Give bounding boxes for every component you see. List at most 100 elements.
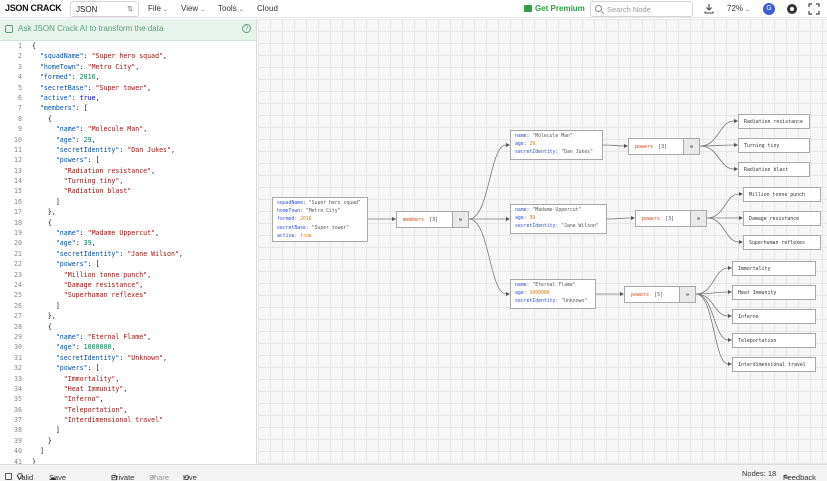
code-token: "Radiation blast" (63, 187, 132, 196)
code-token: : (75, 343, 84, 352)
line-number: 14 (14, 177, 22, 186)
code-line[interactable]: 9 "name": "Molecule Man", (0, 124, 256, 134)
code-line[interactable]: 4 "formed": 2016, (0, 72, 256, 82)
code-line[interactable]: 33 "Immortality", (0, 374, 256, 384)
code-line[interactable]: 14 "Turning tiny", (0, 176, 256, 186)
code-line[interactable]: 40 ] (0, 446, 256, 456)
code-line[interactable]: 41} (0, 457, 256, 464)
code-line[interactable]: 36 "Teleportation", (0, 405, 256, 415)
line-number: 5 (18, 83, 22, 92)
power-leaf-node[interactable]: Interdimensional travel (732, 357, 816, 372)
code-line-text: "Radiation resistance", (32, 166, 155, 176)
app-logo[interactable]: JSON CRACK (5, 3, 62, 13)
code-line[interactable]: 3 "homeTown": "Metro City", (0, 62, 256, 72)
code-line[interactable]: 35 "Inferno", (0, 394, 256, 404)
code-line-text: ] (32, 425, 60, 435)
code-line[interactable]: 22 "powers": [ (0, 259, 256, 269)
code-line[interactable]: 10 "age": 29, (0, 135, 256, 145)
code-line[interactable]: 15 "Radiation blast" (0, 186, 256, 196)
format-select[interactable]: JSON ⇅ (70, 1, 139, 17)
user-avatar[interactable]: G (763, 3, 775, 15)
code-line[interactable]: 17 }, (0, 207, 256, 217)
code-line[interactable]: 16 ] (0, 197, 256, 207)
code-line[interactable]: 30 "age": 1000000, (0, 342, 256, 352)
menu-cloud[interactable]: Cloud (257, 4, 278, 13)
powers-array-node[interactable]: powers [5] ⊖ (624, 286, 696, 303)
code-line[interactable]: 20 "age": 39, (0, 238, 256, 248)
code-line[interactable]: 5 "secretBase": "Super tower", (0, 83, 256, 93)
code-line[interactable]: 25 "Superhuman reflexes" (0, 290, 256, 300)
line-number: 28 (14, 322, 22, 331)
code-line[interactable]: 1{ (0, 41, 256, 51)
code-editor[interactable]: 1{2 "squadName": "Super hero squad", 3 "h… (0, 41, 256, 464)
power-leaf-node[interactable]: Superhuman reflexes (743, 235, 821, 250)
code-line[interactable]: 8 { (0, 114, 256, 124)
code-line[interactable]: 7 "members": [ (0, 103, 256, 113)
member-object-node[interactable]: name: "Madame Uppercut" age: 39 secretIden… (510, 204, 607, 234)
code-line[interactable]: 31 "secretIdentity": "Unknown", (0, 353, 256, 363)
download-icon[interactable] (704, 3, 714, 14)
code-line[interactable]: 18 { (0, 218, 256, 228)
code-line[interactable]: 38 ] (0, 425, 256, 435)
power-leaf-node[interactable]: Inferno (732, 309, 816, 324)
code-line[interactable]: 21 "secretIdentity": "Jane Wilson", (0, 249, 256, 259)
root-object-node[interactable]: squadName: "Super hero squad" homeTown: "… (272, 197, 368, 242)
node-value: 1000000 (529, 291, 550, 297)
power-leaf-node[interactable]: Radiation resistance (738, 114, 810, 129)
power-leaf-node[interactable]: Damage resistance (743, 211, 821, 226)
zoom-value: 72% (727, 4, 744, 13)
code-line[interactable]: 37 "Interdimensional travel" (0, 415, 256, 425)
code-line[interactable]: 12 "powers": [ (0, 155, 256, 165)
member-object-node[interactable]: name: "Eternal Flame" age: 1000000 secretI… (510, 279, 596, 309)
powers-array-node[interactable]: powers [3] ⊖ (635, 210, 707, 227)
line-number: 18 (14, 218, 22, 227)
members-array-node[interactable]: members [3] ⊖ (396, 211, 469, 228)
code-token: "secretIdentity" (55, 249, 120, 258)
code-line[interactable]: 29 "name": "Eternal Flame", (0, 332, 256, 342)
code-line-text: "Million tonne punch", (32, 270, 151, 280)
ai-transform-input[interactable]: Ask JSON Crack AI to transform the data … (0, 19, 256, 41)
code-line[interactable]: 19 "name": "Madame Uppercut", (0, 228, 256, 238)
collapse-toggle-button[interactable]: ⊖ (683, 139, 699, 154)
zoom-control[interactable]: 72% ⌄ (727, 4, 750, 13)
power-leaf-node[interactable]: Teleportation (732, 333, 816, 348)
code-line[interactable]: 26 ] (0, 301, 256, 311)
power-leaf-node[interactable]: Turning tiny (738, 138, 810, 153)
get-premium-button[interactable]: Get Premium (524, 4, 585, 13)
code-line[interactable]: 24 "Damage resistance", (0, 280, 256, 290)
code-line[interactable]: 28 { (0, 322, 256, 332)
power-leaf-node[interactable]: Radiation blast (738, 162, 810, 177)
node-key: age: (515, 142, 530, 148)
code-line[interactable]: 27 }, (0, 311, 256, 321)
power-leaf-node[interactable]: Million tonne punch (743, 187, 821, 202)
menu-tools[interactable]: Tools ⌄ (218, 4, 244, 13)
collapse-toggle-button[interactable]: ⊖ (679, 287, 695, 302)
help-icon[interactable]: ? (242, 24, 251, 33)
power-leaf-node[interactable]: Immortality (732, 261, 816, 276)
code-line[interactable]: 13 "Radiation resistance", (0, 166, 256, 176)
power-leaf-node[interactable]: Heat Immunity (732, 285, 816, 300)
line-number: 2 (18, 52, 22, 61)
code-line[interactable]: 2 "squadName": "Super hero squad", (0, 51, 256, 61)
code-line[interactable]: 11 "secretIdentity": "Dan Jukes", (0, 145, 256, 155)
menu-view[interactable]: View ⌄ (181, 4, 205, 13)
collapse-toggle-button[interactable]: ⊖ (452, 212, 468, 227)
collapse-toggle-button[interactable]: ⊖ (690, 211, 706, 226)
graph-canvas[interactable]: squadName: "Super hero squad" homeTown: "… (258, 19, 827, 464)
code-token: "secretIdentity" (55, 145, 120, 154)
fullscreen-icon[interactable] (808, 3, 820, 15)
code-line[interactable]: 23 "Million tonne punch", (0, 270, 256, 280)
menu-file[interactable]: File ⌄ (148, 4, 168, 13)
code-line[interactable]: 34 "Heat Immunity", (0, 384, 256, 394)
private-label: Private (111, 473, 135, 481)
code-line[interactable]: 6 "active": true, (0, 93, 256, 103)
code-line[interactable]: 39 } (0, 436, 256, 446)
powers-array-node[interactable]: powers [3] ⊖ (628, 138, 700, 155)
code-line[interactable]: 32 "powers": [ (0, 363, 256, 373)
gear-icon[interactable] (787, 4, 797, 14)
member-object-node[interactable]: name: "Molecule Man" age: 29 secretIdentit… (510, 130, 603, 160)
search-node-input[interactable]: Search Node (590, 1, 693, 17)
